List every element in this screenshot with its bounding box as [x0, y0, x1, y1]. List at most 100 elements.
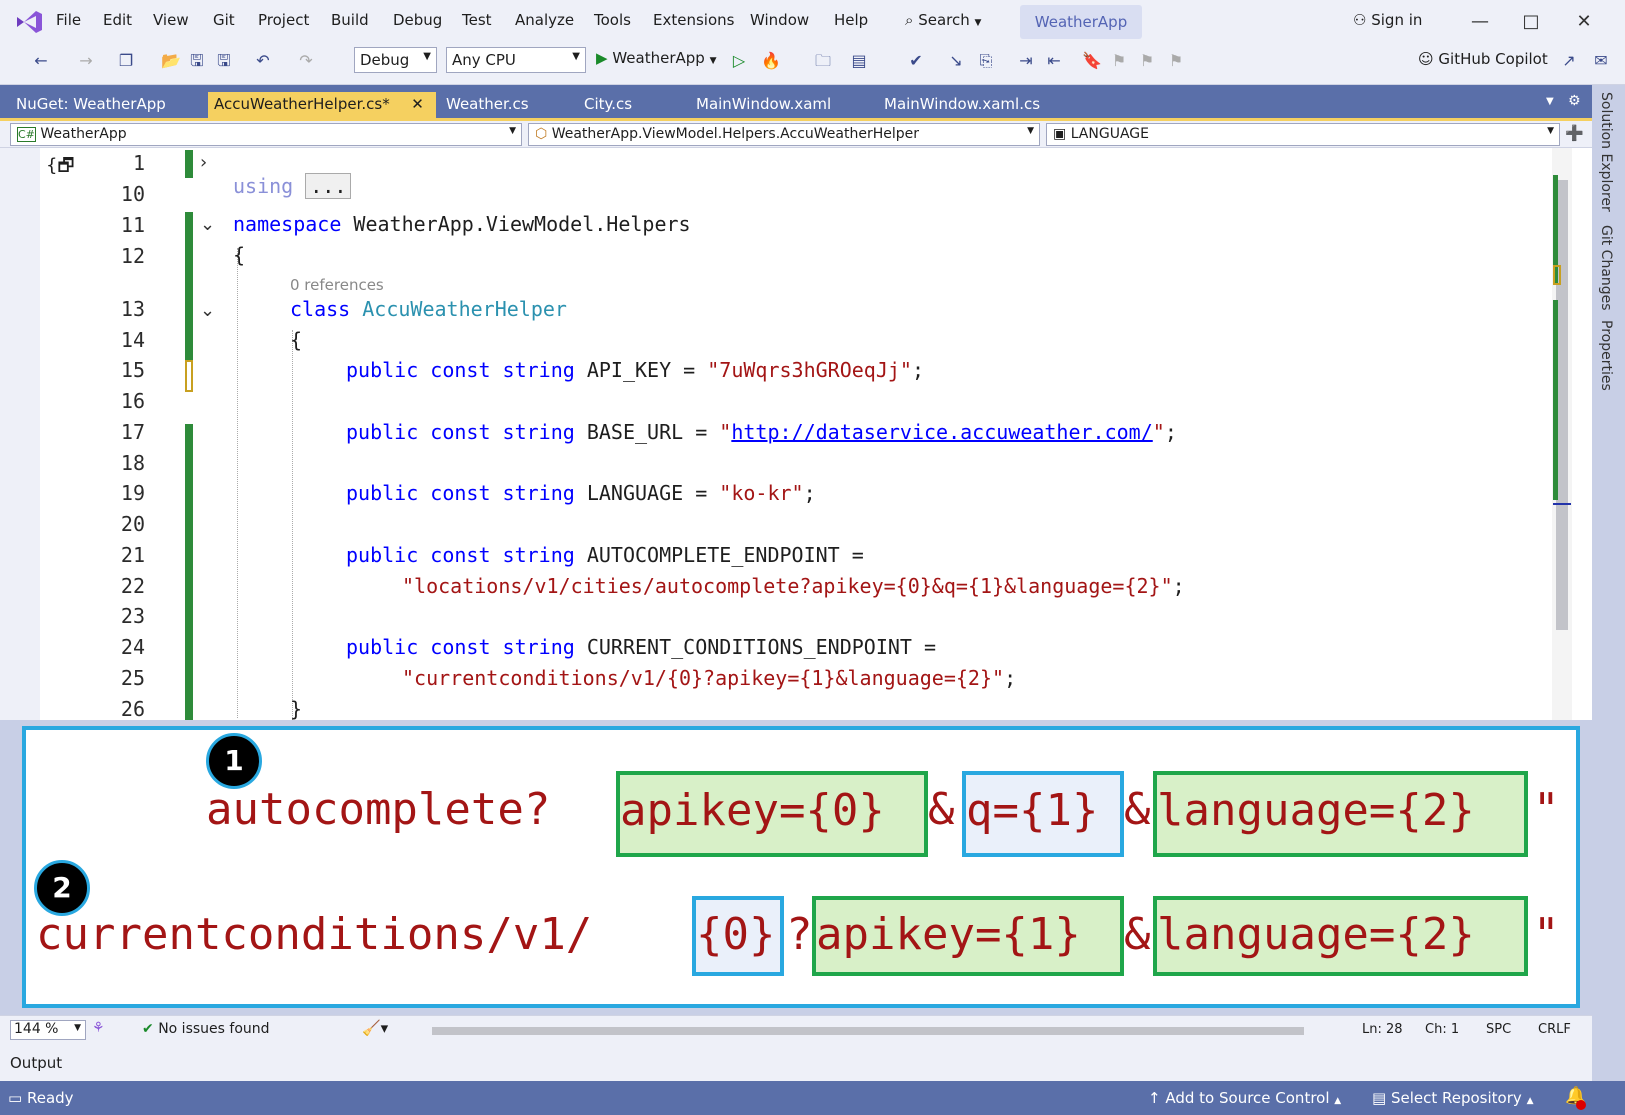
equals: = — [840, 543, 876, 567]
column-indicator[interactable]: Ch: 1 — [1425, 1022, 1459, 1037]
collapse-icon[interactable]: ⌄ — [200, 214, 215, 235]
menu-tools[interactable]: Tools — [594, 11, 631, 29]
tab-label: AccuWeatherHelper.cs* — [214, 95, 390, 113]
forward-icon[interactable]: → — [75, 49, 97, 73]
play-icon: ▶ — [596, 49, 608, 67]
menu-edit[interactable]: Edit — [103, 11, 132, 29]
zoom-dropdown[interactable]: 144 % ▼ — [10, 1020, 86, 1040]
line-number: 12 — [30, 244, 145, 268]
menu-build[interactable]: Build — [331, 11, 369, 29]
new-item-icon[interactable]: ❐ — [115, 49, 137, 73]
bookmark-prev-icon[interactable]: ⚑ — [1108, 49, 1130, 73]
run-target-label: WeatherApp — [612, 49, 704, 67]
line-indicator[interactable]: Ln: 28 — [1362, 1022, 1403, 1037]
change-bar — [185, 150, 193, 178]
intellicode-icon[interactable]: ⚘ — [92, 1020, 105, 1036]
visual-studio-logo-icon[interactable] — [14, 8, 44, 36]
spell-check-icon[interactable]: ✔ — [905, 49, 927, 73]
open-folder-icon[interactable]: 📂 — [160, 49, 182, 73]
member-dropdown[interactable]: ▣ LANGUAGE ▼ — [1046, 123, 1560, 146]
indent-icon[interactable]: ⇥ — [1015, 49, 1037, 73]
horizontal-scrollbar[interactable] — [432, 1027, 1304, 1035]
type-dropdown[interactable]: ⬡ WeatherApp.ViewModel.Helpers.AccuWeath… — [528, 123, 1040, 146]
feedback-icon[interactable]: ✉ — [1590, 49, 1612, 73]
solution-explorer-tab[interactable]: Solution Explorer — [1598, 92, 1614, 212]
line-number: 14 — [30, 328, 145, 352]
menu-project[interactable]: Project — [258, 11, 309, 29]
menu-help[interactable]: Help — [834, 11, 868, 29]
string-literal: "7uWqrs3hGROeqJj" — [707, 358, 912, 382]
menu-test[interactable]: Test — [462, 11, 492, 29]
tab-nuget[interactable]: NuGet: WeatherApp — [10, 92, 205, 118]
string-literal: "ko-kr" — [719, 481, 803, 505]
hot-reload-icon[interactable]: 🔥 — [760, 49, 782, 73]
split-editor-icon[interactable]: ➕ — [1565, 124, 1584, 142]
configuration-dropdown[interactable]: Debug ▼ — [354, 47, 437, 73]
menu-debug[interactable]: Debug — [393, 11, 442, 29]
git-changes-tab[interactable]: Git Changes — [1598, 225, 1614, 311]
redo-icon[interactable]: ↷ — [295, 49, 317, 73]
bookmark-clear-icon[interactable]: ⚑ — [1165, 49, 1187, 73]
add-source-label: Add to Source Control — [1165, 1089, 1329, 1107]
properties-tab[interactable]: Properties — [1598, 320, 1614, 391]
share-icon[interactable]: ↗ — [1558, 49, 1580, 73]
project-dropdown[interactable]: C# WeatherApp ▼ — [10, 123, 522, 146]
solution-folder-icon[interactable]: 🗀 — [812, 49, 834, 73]
menu-file[interactable]: File — [56, 11, 81, 29]
outdent-icon[interactable]: ⇤ — [1043, 49, 1065, 73]
url-link[interactable]: http://dataservice.accuweather.com/ — [731, 420, 1152, 444]
equals: = — [671, 358, 707, 382]
layout-icon[interactable]: ▤ — [848, 49, 870, 73]
start-without-debugging-icon[interactable]: ▷ — [728, 49, 750, 73]
tab-weather[interactable]: Weather.cs — [440, 92, 575, 118]
github-copilot-button[interactable]: ☺ GitHub Copilot — [1418, 50, 1548, 68]
tab-mainwindow-xaml-cs[interactable]: MainWindow.xaml.cs — [878, 92, 1085, 118]
whitespace-indicator[interactable]: SPC — [1486, 1022, 1511, 1037]
line-ending-indicator[interactable]: CRLF — [1538, 1022, 1571, 1037]
maximize-button[interactable]: □ — [1513, 8, 1549, 36]
tab-list-dropdown-icon[interactable]: ▼ — [1546, 96, 1554, 107]
save-icon[interactable]: 🖫 — [186, 49, 208, 73]
save-all-icon[interactable]: 🖫 — [213, 49, 235, 73]
menu-git[interactable]: Git — [213, 11, 235, 29]
project-name-badge[interactable]: WeatherApp — [1020, 5, 1142, 39]
minimize-button[interactable]: — — [1462, 8, 1498, 36]
callout-quote: " — [1533, 909, 1560, 960]
copilot-icon: ☺ — [1418, 50, 1434, 68]
select-repository-button[interactable]: ▤ Select Repository ▲ — [1372, 1089, 1533, 1107]
start-debugging-button[interactable]: ▶ WeatherApp ▼ — [596, 49, 717, 67]
close-window-button[interactable]: ✕ — [1566, 8, 1602, 36]
menu-analyze[interactable]: Analyze — [515, 11, 574, 29]
bookmark-icon[interactable]: 🔖 — [1081, 49, 1103, 73]
menu-window[interactable]: Window — [750, 11, 809, 29]
callout-badge-1: 1 — [206, 733, 262, 789]
close-icon[interactable]: ✕ — [411, 95, 424, 113]
gear-icon[interactable]: ⚙ — [1568, 93, 1581, 109]
code-cleanup-icon[interactable]: 🧹▾ — [362, 1019, 388, 1037]
bookmark-next-icon[interactable]: ⚑ — [1136, 49, 1158, 73]
menu-view[interactable]: View — [153, 11, 189, 29]
callout-ampersand: & — [928, 784, 955, 835]
collapsed-region-button[interactable]: ... — [305, 173, 351, 199]
line-number: 20 — [30, 512, 145, 536]
sign-in-button[interactable]: ⚇ Sign in — [1353, 11, 1422, 29]
menu-extensions[interactable]: Extensions — [653, 11, 734, 29]
platform-dropdown[interactable]: Any CPU ▼ — [446, 47, 586, 73]
back-icon[interactable]: ← — [30, 49, 52, 73]
step-icon[interactable]: ↘ — [945, 49, 967, 73]
search-box[interactable]: ⌕ Search ▼ — [905, 8, 995, 36]
add-to-source-control-button[interactable]: ↑ Add to Source Control ▲ — [1148, 1089, 1341, 1107]
tab-mainwindow-xaml[interactable]: MainWindow.xaml — [690, 92, 876, 118]
undo-icon[interactable]: ↶ — [252, 49, 274, 73]
expand-icon[interactable]: › — [200, 152, 207, 173]
copy-icon[interactable]: ⎘ — [975, 49, 997, 73]
tab-accuweatherhelper[interactable]: AccuWeatherHelper.cs* ⮖ ✕ — [208, 92, 436, 118]
line-number: 19 — [30, 481, 145, 505]
collapse-icon[interactable]: ⌄ — [200, 300, 215, 321]
tab-city[interactable]: City.cs — [578, 92, 688, 118]
issues-indicator[interactable]: ✔ No issues found — [142, 1021, 270, 1037]
output-tab[interactable]: Output — [10, 1054, 62, 1072]
chevron-down-icon: ▼ — [74, 1023, 81, 1033]
codelens-references[interactable]: 0 references — [290, 276, 384, 294]
code-line-using: using ... — [233, 150, 351, 198]
